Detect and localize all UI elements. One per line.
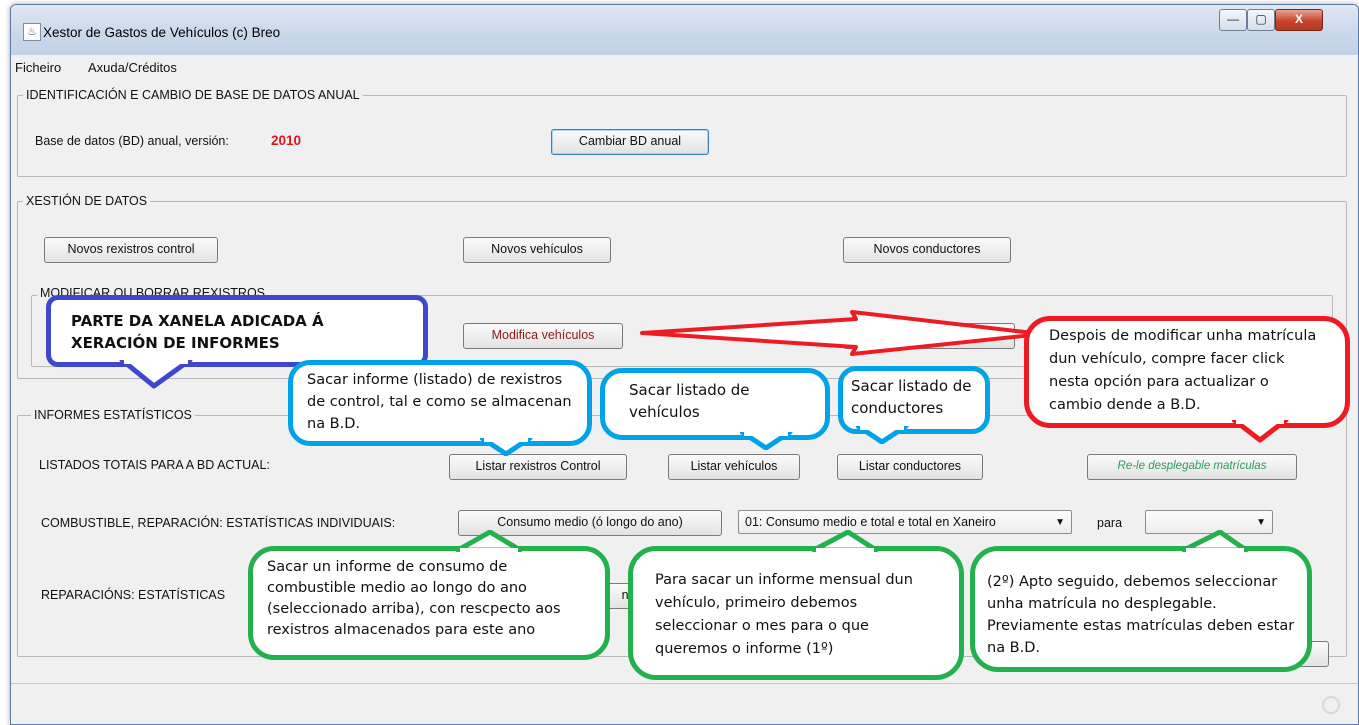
callout-reports-text: PARTE DA XANELA ADICADA Á XERACIÓN DE IN…: [71, 312, 324, 352]
list-vehicles-button[interactable]: Listar vehículos: [668, 454, 800, 480]
callout-tail: [1232, 420, 1289, 443]
para-label: para: [1097, 516, 1123, 530]
title-bar: ♨ Xestor de Gastos de Vehículos (c) Breo…: [11, 5, 1358, 55]
callout-plate: (2º) Apto seguido, debemos seleccionar u…: [970, 546, 1312, 672]
callout-consumption: Sacar un informe de consumo de combustib…: [248, 546, 610, 660]
close-button[interactable]: X: [1275, 9, 1323, 31]
java-app-icon: ♨: [23, 23, 41, 41]
list-drivers-button[interactable]: Listar conductores: [837, 454, 983, 480]
menu-ficheiro[interactable]: Ficheiro: [15, 60, 61, 75]
callout-list-control: Sacar informe (listado) de rexistros de …: [288, 360, 592, 446]
callout-tail: [119, 360, 193, 389]
reports-panel-title: INFORMES ESTATÍSTICOS: [31, 408, 195, 422]
totals-label: LISTADOS TOTAIS PARA A BD ACTUAL:: [39, 458, 270, 472]
menu-axuda[interactable]: Axuda/Créditos: [88, 60, 177, 75]
callout-consumption-text: Sacar un informe de consumo de combustib…: [267, 559, 561, 638]
db-version-value: 2010: [271, 133, 302, 148]
callout-plate-text: (2º) Apto seguido, debemos seleccionar u…: [987, 574, 1295, 656]
callout-list-vehicles: Sacar listado de vehículos: [600, 368, 830, 440]
maximize-button[interactable]: ▢: [1247, 9, 1275, 31]
new-vehicles-button[interactable]: Novos vehículos: [463, 237, 611, 263]
red-arrow-icon: [640, 310, 1044, 356]
status-bar: [11, 683, 1358, 724]
individual-stats-label: COMBUSTIBLE, REPARACIÓN: ESTATÍSTICAS IN…: [41, 516, 396, 530]
modify-vehicles-button[interactable]: Modifica vehículos: [463, 323, 623, 349]
repairs-label: REPARACIÓNS: ESTATÍSTICAS: [41, 588, 226, 602]
change-db-button[interactable]: Cambiar BD anual: [551, 129, 709, 155]
callout-monthly: Para sacar un informe mensual dun vehícu…: [628, 546, 964, 680]
callout-tail: [1181, 530, 1249, 552]
busy-indicator-icon: [1322, 696, 1340, 714]
window-title: Xestor de Gastos de Vehículos (c) Breo: [43, 25, 281, 40]
data-panel-title: XESTIÓN DE DATOS: [23, 194, 151, 208]
callout-list-control-text: Sacar informe (listado) de rexistros de …: [307, 372, 572, 432]
callout-monthly-text: Para sacar un informe mensual dun vehícu…: [655, 572, 913, 657]
month-select[interactable]: 01: Consumo medio e total e total en Xan…: [738, 510, 1072, 534]
db-panel-title: IDENTIFICACIÓN E CAMBIO DE BASE DE DATOS…: [23, 88, 363, 102]
month-select-value: 01: Consumo medio e total e total en Xan…: [745, 515, 996, 529]
reload-plates-button[interactable]: Re-le desplegable matrículas: [1087, 454, 1297, 480]
callout-list-drivers: Sacar listado de conductores: [838, 366, 990, 434]
minimize-button[interactable]: —: [1219, 9, 1247, 31]
callout-reload-text: Despois de modificar unha matrícula dun …: [1049, 328, 1317, 413]
menu-bar: Ficheiro Axuda/Créditos: [11, 55, 1358, 77]
chevron-down-icon: ▼: [1256, 517, 1266, 528]
callout-tail: [455, 530, 523, 552]
callout-tail: [740, 432, 793, 450]
list-control-button[interactable]: Listar rexistros Control: [449, 454, 627, 480]
callout-tail: [856, 426, 909, 444]
callout-tail: [480, 438, 533, 456]
callout-list-drivers-text: Sacar listado de conductores: [851, 377, 972, 417]
new-drivers-button[interactable]: Novos conductores: [843, 237, 1011, 263]
callout-list-vehicles-text: Sacar listado de vehículos: [629, 381, 750, 421]
callout-reports-section: PARTE DA XANELA ADICADA Á XERACIÓN DE IN…: [46, 295, 428, 367]
new-control-records-button[interactable]: Novos rexistros control: [44, 237, 218, 263]
chevron-down-icon: ▼: [1055, 517, 1065, 528]
callout-reload-plates: Despois de modificar unha matrícula dun …: [1024, 316, 1350, 428]
db-version-label: Base de datos (BD) anual, versión:: [35, 134, 229, 148]
callout-tail: [811, 530, 879, 552]
